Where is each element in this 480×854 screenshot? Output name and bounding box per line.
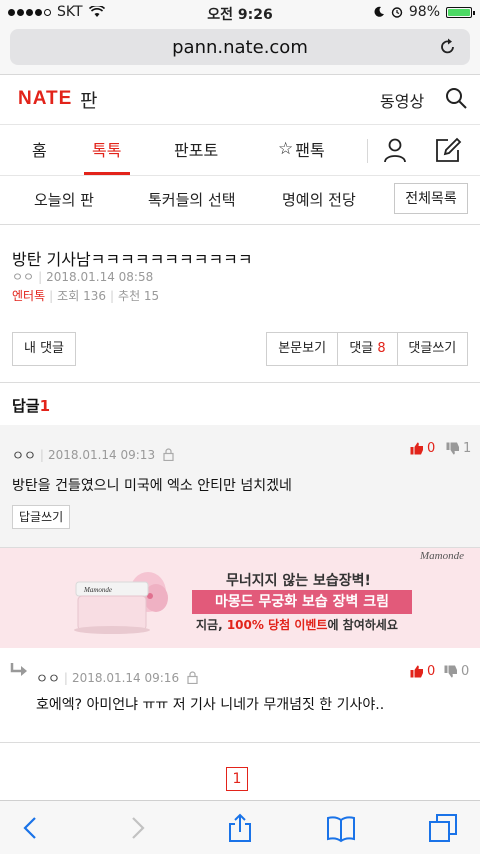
reload-icon[interactable] (438, 37, 458, 57)
sub-nav: 오늘의 판 톡커들의 선택 명예의 전당 전체목록 (0, 174, 480, 225)
nav-divider (367, 139, 368, 163)
tab-home[interactable]: 홈 (32, 137, 47, 161)
main-nav: 홈 톡톡 판포토 ☆ 팬톡 (0, 124, 480, 176)
comment-meta: ㅇㅇ | 2018.01.14 09:13 (12, 445, 174, 464)
article-meta: ㅇㅇ | 2018.01.14 08:58 (12, 270, 154, 284)
page-number-current[interactable]: 1 (226, 767, 248, 791)
upvote-button[interactable]: 0 (410, 664, 435, 679)
tabs-icon[interactable] (428, 813, 458, 843)
alarm-icon (391, 7, 403, 18)
downvote-button[interactable]: 0 (444, 664, 469, 679)
comment-author: ㅇㅇ (12, 449, 36, 464)
bookmarks-icon[interactable] (326, 813, 356, 843)
reply-section-header: 답글1 (0, 382, 480, 426)
reply-date: 2018.01.14 09:16 (71, 670, 180, 685)
article-date: 2018.01.14 08:58 (46, 270, 154, 284)
comments-button[interactable]: 댓글 8 (338, 333, 398, 365)
reply-meta: ㅇㅇ | 2018.01.14 09:16 (36, 668, 198, 687)
thumbs-up-icon (410, 442, 423, 455)
tab-fantalk[interactable]: ☆ 팬톡 (278, 137, 325, 161)
article-recommend: 추천 15 (118, 289, 160, 303)
share-icon[interactable] (225, 813, 255, 843)
upvote-count: 0 (427, 664, 436, 679)
tab-fantalk-label: 팬톡 (295, 141, 325, 160)
reply-arrow-icon (10, 663, 27, 676)
upvote-button[interactable]: 0 (410, 441, 435, 456)
downvote-count: 1 (463, 441, 472, 456)
nate-logo[interactable]: NATE (18, 88, 72, 110)
comments-count: 8 (377, 341, 386, 356)
article-title: 방탄 기사남ㅋㅋㅋㅋㅋㅋㅋㅋㅋㅋㅋ (12, 250, 253, 269)
reply-heading: 답글1 (12, 397, 51, 415)
pann-logo[interactable]: 판 (80, 86, 97, 113)
article-stats: 엔터톡 | 조회 136 | 추천 15 (12, 289, 160, 303)
jar-brand-text: Mamonde (83, 586, 112, 594)
ad-headline: 무너지지 않는 보습장벽! (226, 573, 371, 589)
ad-banner[interactable]: Mamonde Mamonde 무너지지 않는 보습장벽! 마몽드 무궁화 보습… (0, 548, 480, 648)
subnav-fame[interactable]: 명예의 전당 (282, 189, 356, 210)
downvote-button[interactable]: 1 (446, 441, 471, 456)
status-bar: SKT 오전 9:26 98% (0, 0, 480, 24)
thumbs-down-icon (446, 442, 459, 455)
ad-product: 마몽드 무궁화 보습 장벽 크림 (192, 590, 412, 614)
comment-date: 2018.01.14 09:13 (47, 447, 156, 462)
forward-icon[interactable] (122, 813, 152, 843)
thumbs-down-icon (444, 665, 457, 678)
reply-author: ㅇㅇ (36, 672, 60, 687)
lock-icon (163, 448, 174, 461)
reply-item: ㅇㅇ | 2018.01.14 09:16 0 0 호에엑? 아미언냐 ㅠㅠ 저 기… (0, 650, 480, 743)
article-author: ㅇㅇ (12, 270, 35, 284)
tab-toktok[interactable]: 톡톡 (92, 137, 121, 161)
article-button-group: 본문보기 댓글 8 댓글쓰기 (266, 332, 468, 366)
search-icon[interactable] (444, 86, 468, 110)
user-icon[interactable] (382, 137, 408, 163)
moon-icon (374, 6, 384, 17)
cream-jar-image: Mamonde (74, 572, 168, 634)
battery-percent: 98% (408, 4, 440, 20)
back-icon[interactable] (16, 813, 46, 843)
status-right: 98% (373, 4, 475, 20)
address-bar[interactable]: pann.nate.com (10, 29, 470, 65)
reply-write-button[interactable]: 답글쓰기 (12, 505, 71, 529)
upvote-count: 0 (427, 441, 436, 456)
article-views: 조회 136 (57, 289, 106, 303)
reply-count: 1 (39, 397, 51, 415)
subnav-choice[interactable]: 톡커들의 선택 (148, 189, 236, 210)
reply-text: 호에엑? 아미언냐 ㅠㅠ 저 기사 니네가 무개념짓 한 기사야.. (36, 697, 385, 713)
thumbs-up-icon (410, 665, 423, 678)
star-icon: ☆ (278, 139, 294, 159)
downvote-count: 0 (461, 664, 470, 679)
browser-bottom-bar (0, 800, 480, 854)
lock-icon (187, 671, 198, 684)
tab-photo[interactable]: 판포토 (174, 137, 218, 161)
battery-icon (446, 6, 475, 18)
ad-event-text: 지금, 100% 당첨 이벤트에 참여하세요 (196, 618, 398, 632)
write-comment-button[interactable]: 댓글쓰기 (398, 333, 467, 365)
comment-text: 방탄을 건들였으니 미국에 엑소 안티만 넘치겠네 (12, 478, 292, 494)
article-category[interactable]: 엔터톡 (12, 289, 45, 303)
video-link[interactable]: 동영상 (380, 88, 424, 112)
browser-toolbar: pann.nate.com (0, 24, 480, 75)
my-comments-button[interactable]: 내 댓글 (12, 332, 76, 366)
comment-item: ㅇㅇ | 2018.01.14 09:13 0 1 방탄을 건들였으니 미국에 엑소… (0, 425, 480, 548)
ad-brand-logo: Mamonde (420, 550, 464, 562)
view-body-button[interactable]: 본문보기 (267, 333, 339, 365)
write-icon[interactable] (434, 136, 462, 164)
all-list-button[interactable]: 전체목록 (394, 183, 468, 214)
url-text[interactable]: pann.nate.com (10, 37, 470, 58)
subnav-today[interactable]: 오늘의 판 (34, 189, 94, 210)
